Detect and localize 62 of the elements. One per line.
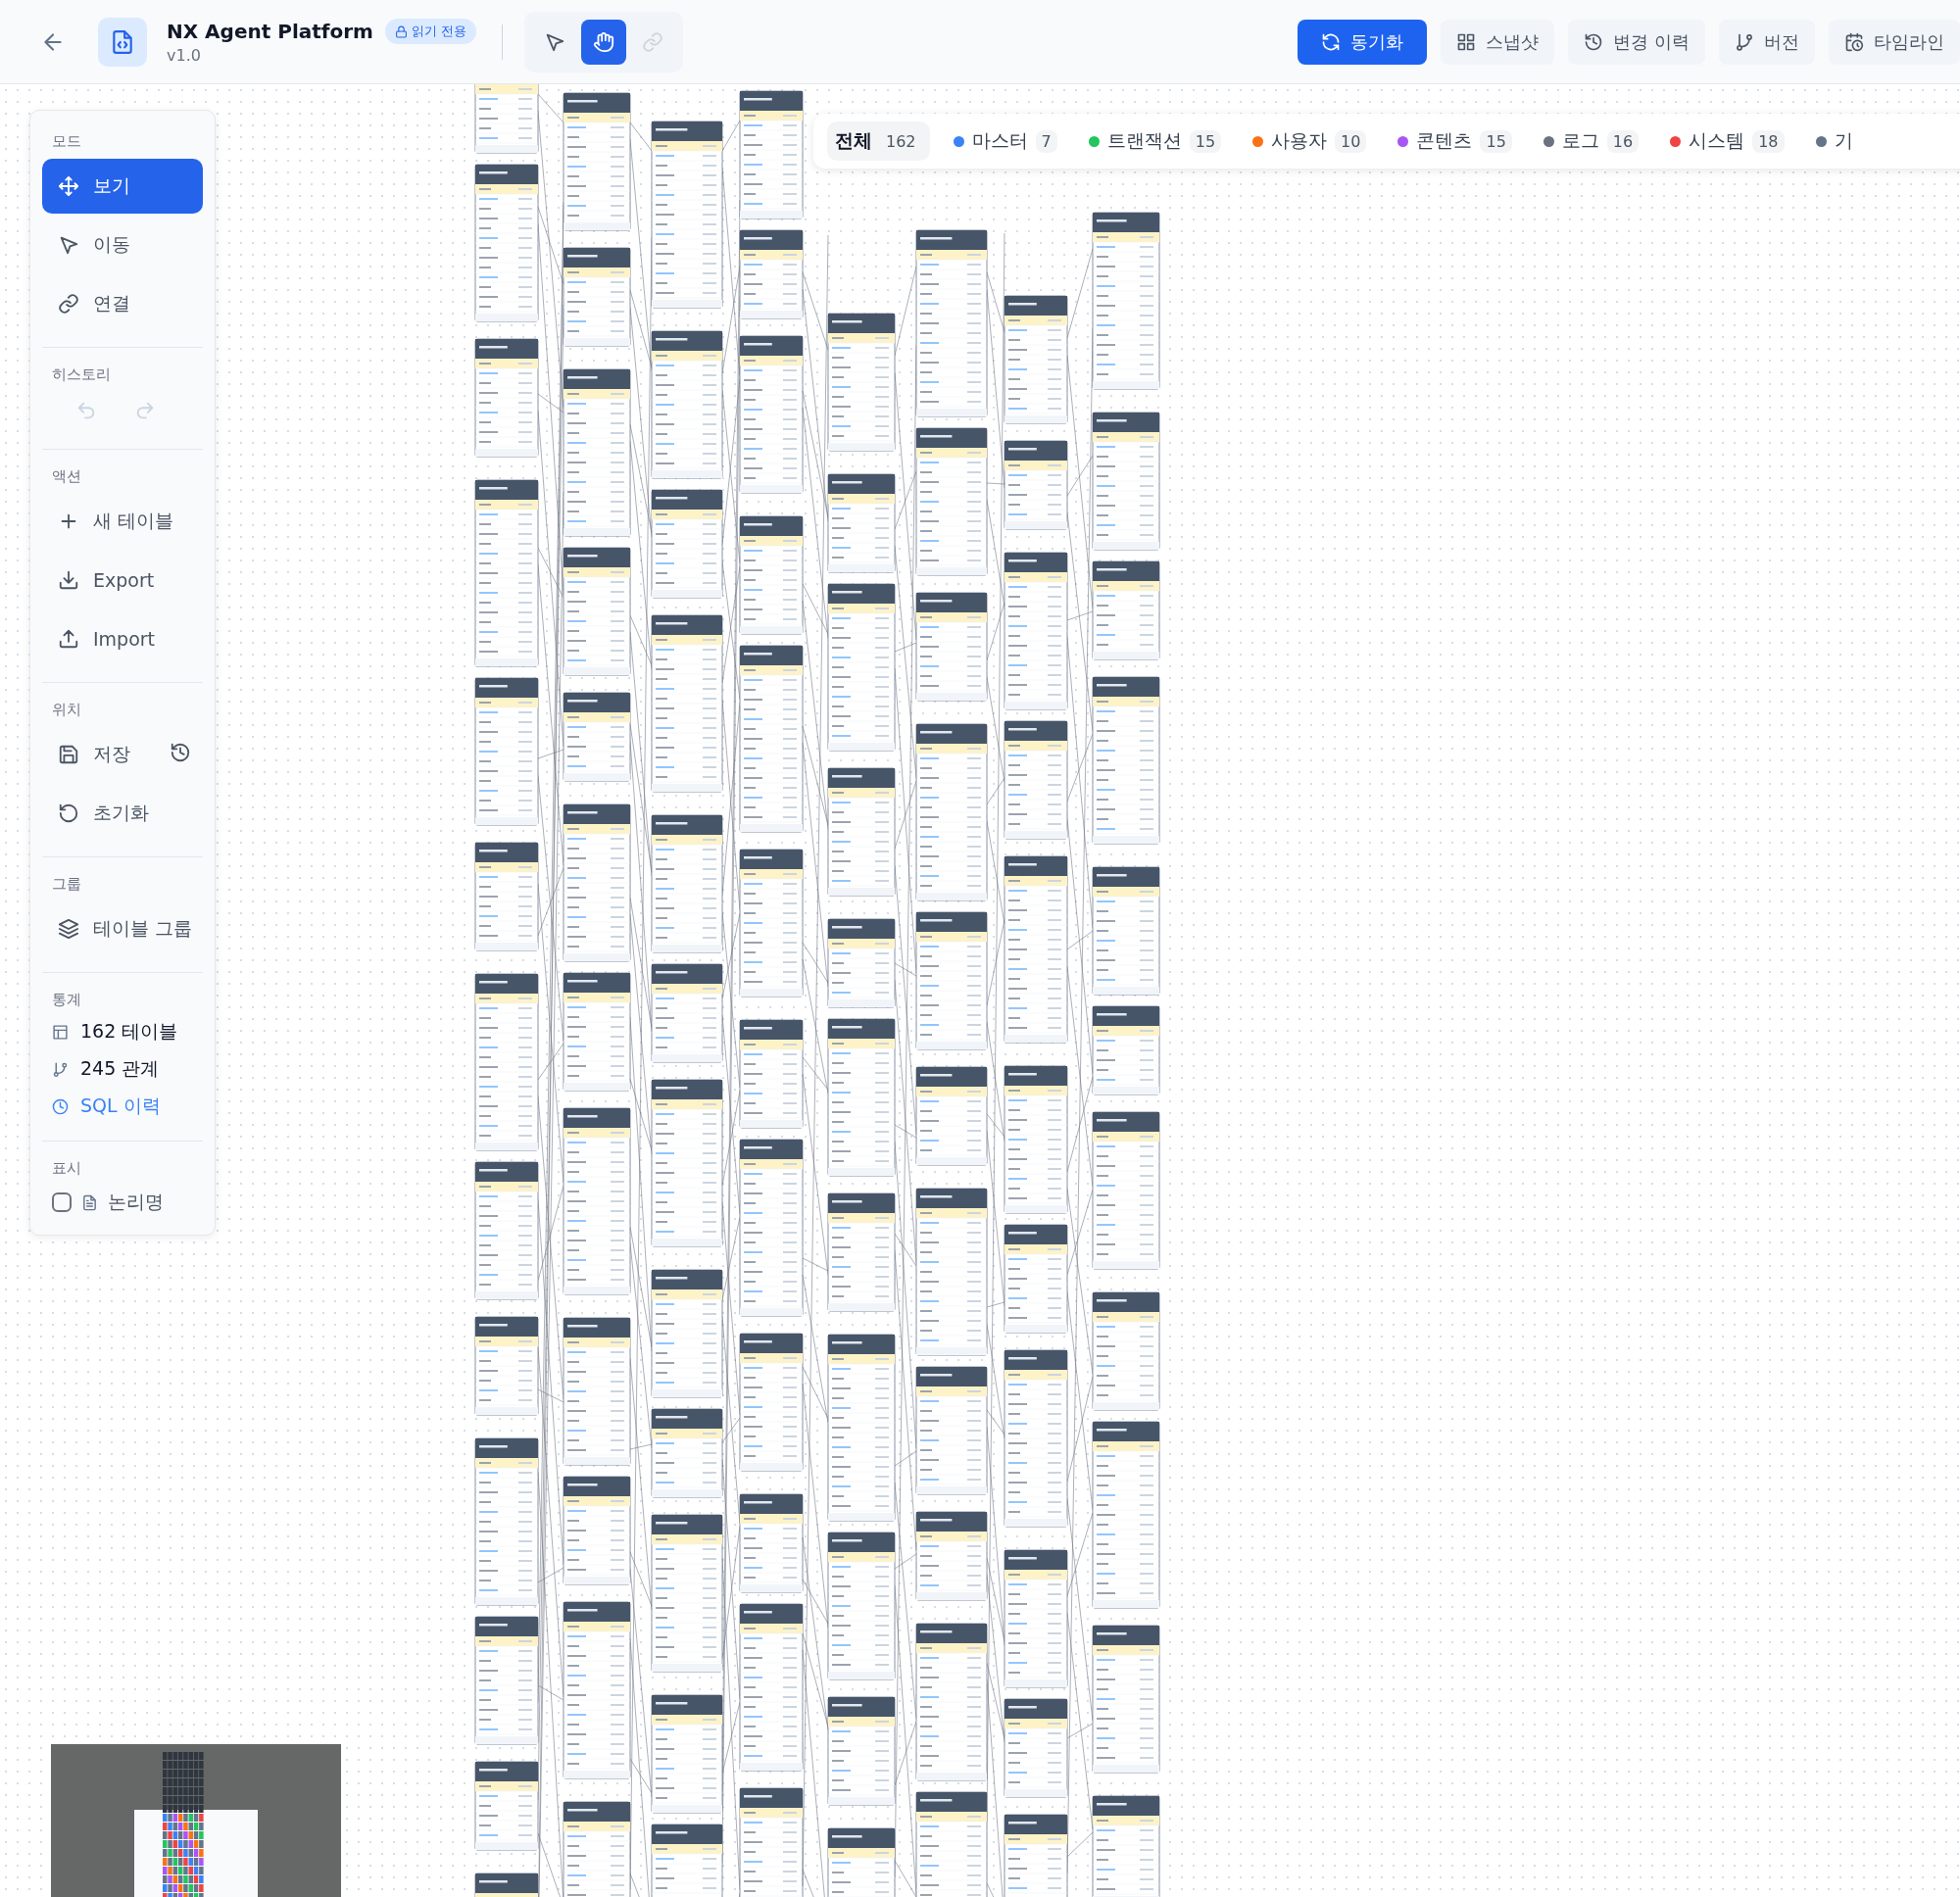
group-icon [58, 918, 79, 940]
sql-icon [52, 1097, 69, 1115]
import-icon [58, 628, 79, 650]
sidebar-item[interactable]: 저장 [42, 727, 166, 782]
save-icon [58, 744, 79, 765]
read-only-badge: 읽기 전용 [384, 19, 477, 44]
connect-icon [58, 293, 79, 315]
stat-text: 162 테이블 [80, 1019, 178, 1044]
filter-chip[interactable]: 전체 162 [827, 122, 930, 161]
section-title: 통계 [51, 990, 82, 1010]
sidebar-item[interactable]: Import [42, 611, 203, 666]
sidebar-item[interactable]: 보기 [42, 159, 203, 214]
sidebar-item[interactable]: 연결 [42, 276, 203, 331]
stat-text: 245 관계 [80, 1056, 160, 1081]
version-label: v1.0 [167, 46, 202, 65]
filter-chip[interactable]: 시스템 18 [1662, 122, 1792, 161]
sidebar-item[interactable]: 테이블 그룹 [42, 901, 209, 956]
reset-icon [58, 803, 79, 824]
relations-icon [52, 1060, 69, 1078]
filter-chip[interactable]: 콘텐츠 15 [1390, 122, 1520, 161]
pan-icon [593, 30, 615, 53]
section-title: 위치 [51, 700, 82, 720]
project-title: NX Agent Platform [167, 20, 373, 43]
view-icon [58, 175, 79, 197]
timeline-button[interactable]: 타임라인 [1829, 19, 1960, 65]
snapshot-button[interactable]: 스냅샷 [1441, 19, 1555, 65]
filter-chip[interactable]: 로그 16 [1535, 122, 1647, 161]
redo-icon [134, 400, 156, 421]
sync-icon [1321, 31, 1342, 52]
sql-history-link[interactable]: SQL 이력 [42, 1088, 171, 1125]
filter-chip[interactable]: 트랜잭션 15 [1080, 122, 1230, 161]
logical-icon [81, 1193, 98, 1211]
timeline-icon [1844, 31, 1864, 52]
sync-button[interactable]: 동기화 [1298, 19, 1428, 65]
filter-chip[interactable]: 사용자 10 [1245, 122, 1375, 161]
sidebar-item[interactable]: 초기화 [42, 786, 203, 841]
section-title: 히스토리 [51, 365, 112, 385]
section-title: 표시 [51, 1158, 82, 1179]
connect-icon [642, 30, 664, 53]
version-icon [1735, 31, 1754, 52]
sidebar-item[interactable]: Export [42, 553, 203, 608]
section-title: 모드 [51, 131, 82, 152]
lock-icon [394, 24, 408, 38]
version-button[interactable]: 버전 [1719, 19, 1815, 65]
undo-icon [75, 400, 97, 421]
snapshot-icon [1456, 31, 1477, 52]
filter-chip[interactable]: 기 [1807, 122, 1861, 161]
section-title: 그룹 [51, 874, 82, 895]
tool-button[interactable] [581, 19, 627, 65]
file-code-icon [110, 28, 135, 55]
sidebar-item[interactable]: 새 테이블 [42, 494, 203, 549]
history-icon [1584, 31, 1604, 52]
history-button[interactable]: 변경 이력 [1568, 19, 1705, 65]
history-icon [170, 742, 191, 763]
checkbox-label: 논리명 [108, 1190, 164, 1214]
checkbox[interactable] [52, 1192, 72, 1212]
move-icon [58, 234, 79, 256]
filter-chip[interactable]: 마스터 7 [945, 122, 1065, 161]
section-title: 액션 [51, 466, 82, 487]
tables-icon [52, 1023, 69, 1041]
sidebar-item[interactable]: 이동 [42, 218, 203, 272]
export-icon [58, 569, 79, 591]
